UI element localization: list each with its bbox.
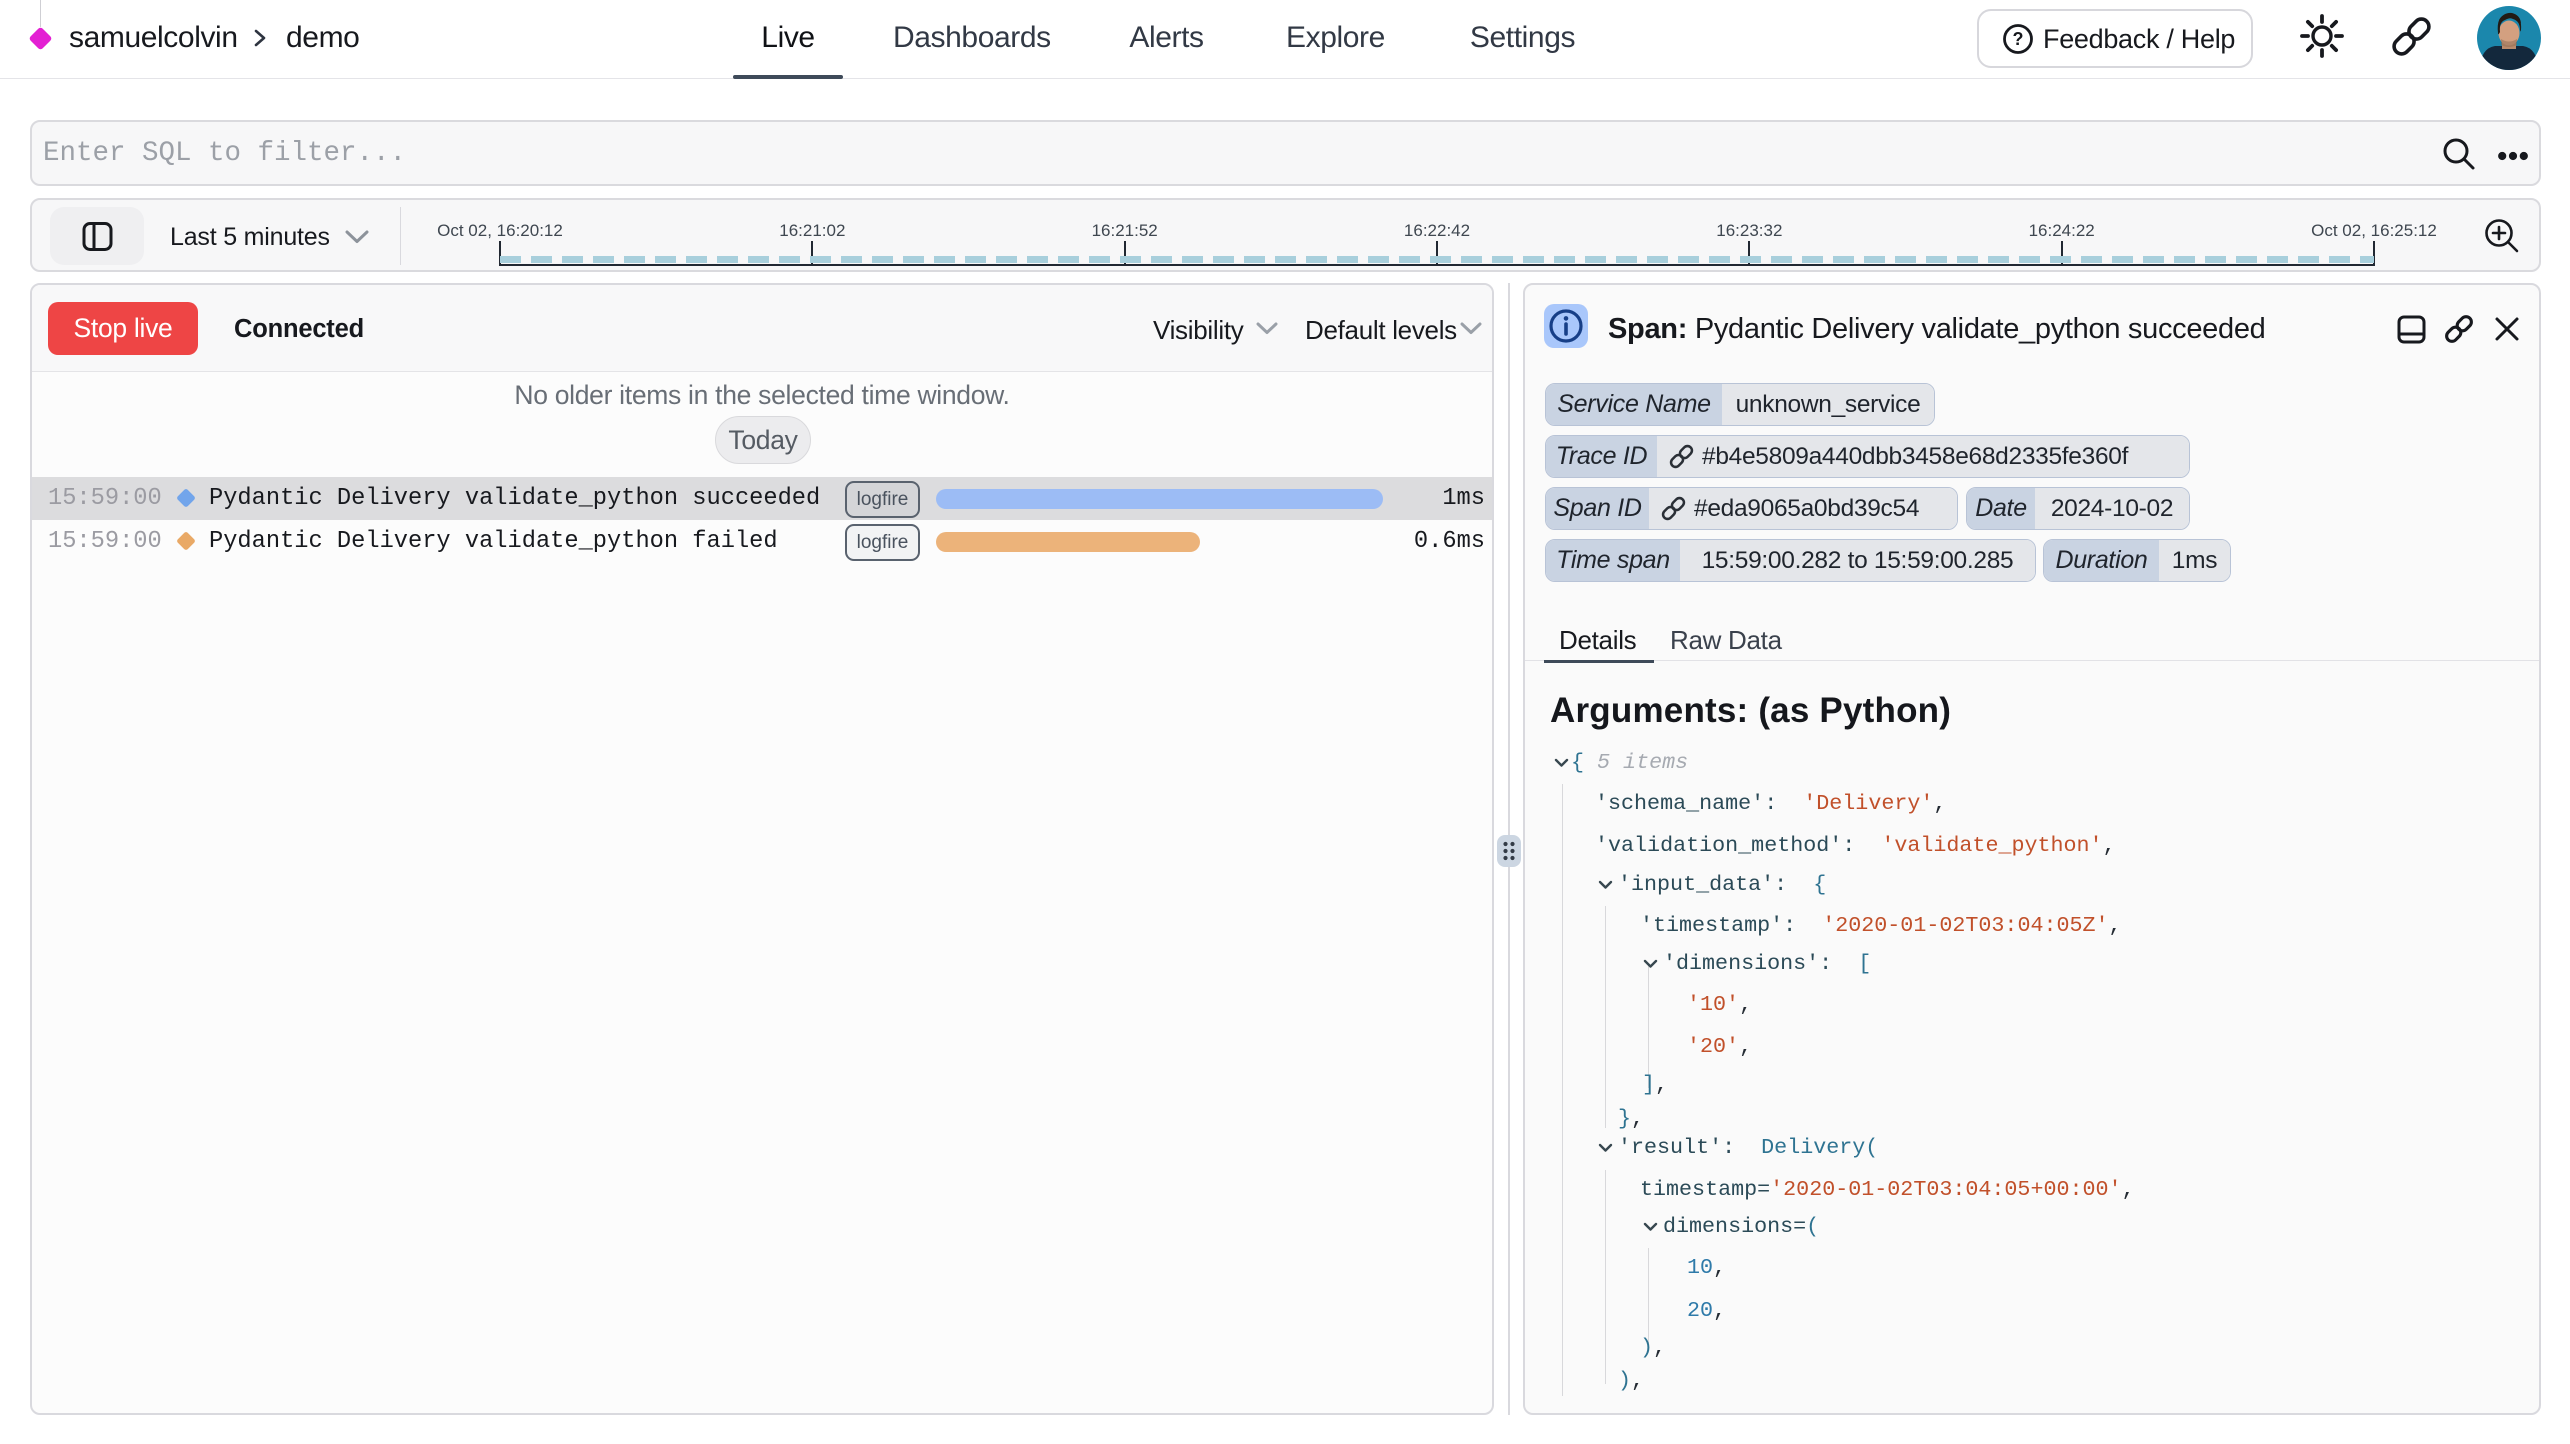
- svg-text:?: ?: [2013, 29, 2024, 49]
